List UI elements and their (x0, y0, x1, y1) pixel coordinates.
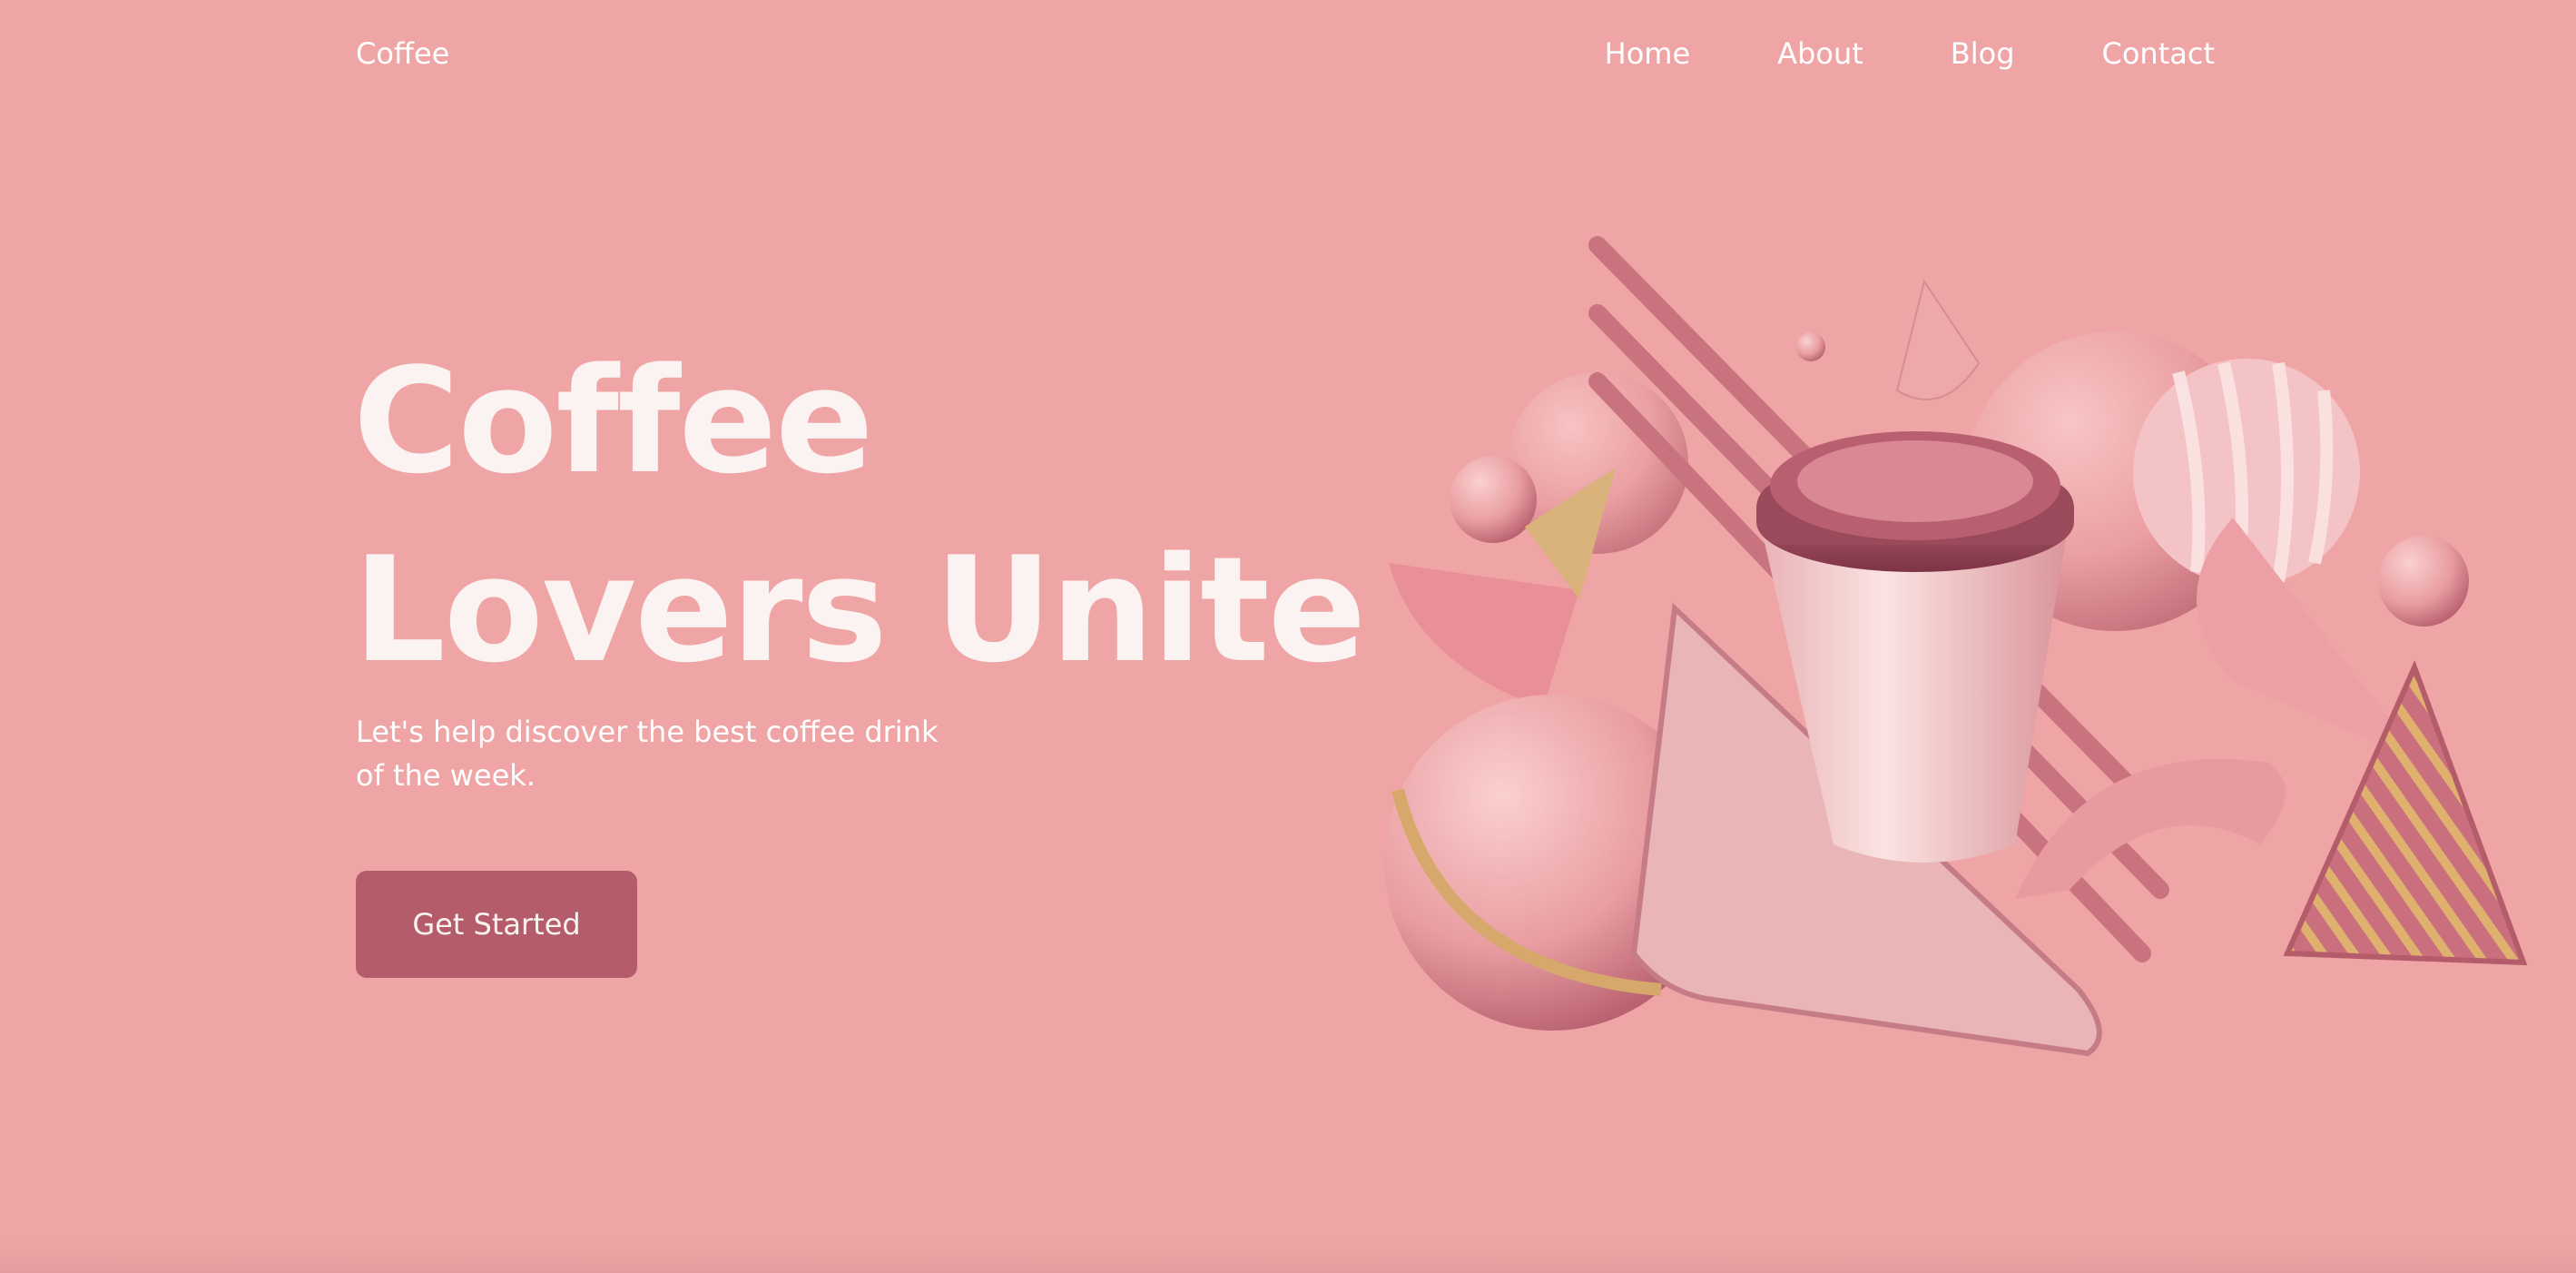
nav-link-about[interactable]: About (1777, 36, 1863, 71)
get-started-button[interactable]: Get Started (356, 871, 637, 978)
hero-title: Coffee Lovers Unite (353, 327, 1366, 705)
hero-subtitle: Let's help discover the best coffee drin… (356, 710, 955, 797)
bottom-shade (0, 1240, 2576, 1273)
nav-link-home[interactable]: Home (1605, 36, 1691, 71)
hero-subtitle-line-2: of the week. (356, 758, 536, 793)
hero-title-line-2: Lovers Unite (353, 525, 1366, 695)
nav-links: Home About Blog Contact (1605, 36, 2215, 71)
cone-shape (1895, 279, 1981, 400)
small-sphere (2378, 536, 2469, 627)
logo[interactable]: Coffee (356, 36, 449, 71)
tiny-sphere (1796, 332, 1825, 361)
nav-link-contact[interactable]: Contact (2102, 36, 2216, 71)
coffee-illustration (1384, 236, 2528, 1057)
top-nav: Coffee Home About Blog Contact (356, 36, 2215, 73)
cone-shape (1389, 563, 1579, 708)
hero-title-line-1: Coffee (353, 336, 874, 506)
nav-link-blog[interactable]: Blog (1951, 36, 2015, 71)
small-sphere (1450, 456, 1537, 543)
hero-subtitle-line-1: Let's help discover the best coffee drin… (356, 715, 939, 749)
